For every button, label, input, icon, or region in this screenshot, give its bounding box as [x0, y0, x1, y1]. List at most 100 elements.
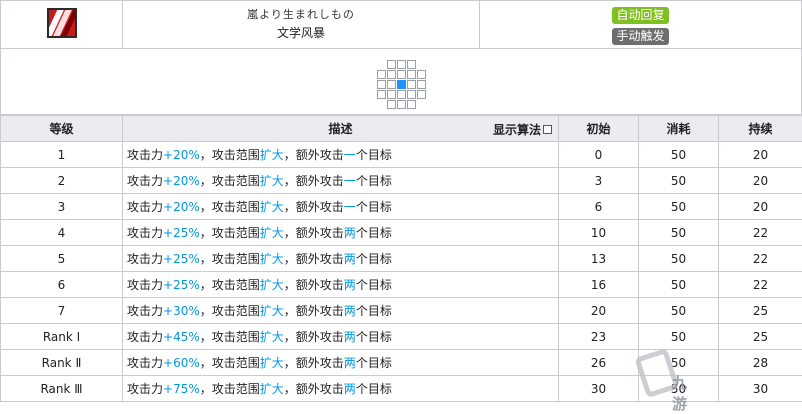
desc-extra: ，额外攻击 [284, 226, 344, 240]
skill-header-table: 嵐より生まれしもの 文学风暴 自动回复 手动触发 [0, 0, 802, 115]
desc-target: 个目标 [356, 174, 392, 188]
range-tile [397, 100, 406, 109]
skill-name-jp: 嵐より生まれしもの [123, 7, 479, 23]
desc-extra: ，额外攻击 [284, 174, 344, 188]
table-row: 2攻击力+20%，攻击范围扩大，额外攻击一个目标35020 [1, 168, 802, 194]
cell-desc: 攻击力+20%，攻击范围扩大，额外攻击一个目标 [123, 142, 559, 168]
desc-target: 个目标 [356, 226, 392, 240]
attack-range-cell [1, 49, 802, 115]
desc-atk-value: +25% [163, 278, 200, 292]
range-tile [407, 60, 416, 69]
desc-target-count: 两 [344, 226, 356, 240]
cell-desc: 攻击力+20%，攻击范围扩大，额外攻击一个目标 [123, 168, 559, 194]
desc-range-value: 扩大 [260, 330, 284, 344]
header-initial: 初始 [559, 116, 639, 142]
desc-range: ，攻击范围 [200, 304, 260, 318]
desc-target-count: 两 [344, 382, 356, 396]
desc-range-value: 扩大 [260, 278, 284, 292]
desc-range-value: 扩大 [260, 200, 284, 214]
cell-desc: 攻击力+25%，攻击范围扩大，额外攻击两个目标 [123, 272, 559, 298]
cell-cost: 50 [639, 194, 719, 220]
cell-desc: 攻击力+25%，攻击范围扩大，额外攻击两个目标 [123, 220, 559, 246]
range-tile [387, 60, 396, 69]
desc-atk: 攻击力 [127, 278, 163, 292]
table-row: 6攻击力+25%，攻击范围扩大，额外攻击两个目标165022 [1, 272, 802, 298]
desc-atk-value: +20% [163, 200, 200, 214]
cell-duration: 22 [719, 220, 802, 246]
cell-desc: 攻击力+60%，攻击范围扩大，额外攻击两个目标 [123, 350, 559, 376]
cell-duration: 20 [719, 194, 802, 220]
cell-desc: 攻击力+30%，攻击范围扩大，额外攻击两个目标 [123, 298, 559, 324]
desc-atk-value: +25% [163, 252, 200, 266]
desc-range: ，攻击范围 [200, 252, 260, 266]
cell-duration: 25 [719, 298, 802, 324]
desc-target-count: 一 [344, 174, 356, 188]
header-desc-label: 描述 [328, 122, 352, 136]
watermark-text: 九游 [672, 372, 696, 414]
desc-range-value: 扩大 [260, 174, 284, 188]
header-level: 等级 [1, 116, 123, 142]
desc-atk-value: +25% [163, 226, 200, 240]
watermark-logo-icon: 九游 [634, 352, 696, 402]
range-tile [407, 100, 416, 109]
desc-range: ，攻击范围 [200, 174, 260, 188]
desc-atk-value: +45% [163, 330, 200, 344]
desc-range-value: 扩大 [260, 356, 284, 370]
desc-extra: ，额外攻击 [284, 148, 344, 162]
desc-extra: ，额外攻击 [284, 356, 344, 370]
desc-range: ，攻击范围 [200, 148, 260, 162]
show-algorithm-checkbox[interactable] [543, 125, 552, 134]
range-empty [377, 100, 386, 109]
desc-range-value: 扩大 [260, 252, 284, 266]
cell-cost: 50 [639, 298, 719, 324]
range-center-tile [397, 80, 406, 89]
desc-atk-value: +30% [163, 304, 200, 318]
cell-duration: 28 [719, 350, 802, 376]
cell-level: 4 [1, 220, 123, 246]
desc-target-count: 一 [344, 148, 356, 162]
table-row: 7攻击力+30%，攻击范围扩大，额外攻击两个目标205025 [1, 298, 802, 324]
desc-extra: ，额外攻击 [284, 382, 344, 396]
desc-range: ，攻击范围 [200, 330, 260, 344]
skill-panel: 嵐より生まれしもの 文学风暴 自动回复 手动触发 等级 描述 显示算法 [0, 0, 802, 406]
header-desc: 描述 显示算法 [123, 116, 559, 142]
desc-target-count: 两 [344, 304, 356, 318]
desc-atk-value: +20% [163, 148, 200, 162]
desc-atk: 攻击力 [127, 252, 163, 266]
table-row: Rank Ⅰ攻击力+45%，攻击范围扩大，额外攻击两个目标235025 [1, 324, 802, 350]
range-tile [417, 70, 426, 79]
table-row: 5攻击力+25%，攻击范围扩大，额外攻击两个目标135022 [1, 246, 802, 272]
desc-target-count: 两 [344, 330, 356, 344]
table-row: 3攻击力+20%，攻击范围扩大，额外攻击一个目标65020 [1, 194, 802, 220]
cell-cost: 50 [639, 142, 719, 168]
range-tile [397, 90, 406, 99]
cell-initial: 26 [559, 350, 639, 376]
cell-level: 3 [1, 194, 123, 220]
show-algorithm-toggle[interactable]: 显示算法 [493, 121, 552, 138]
attack-range-grid [377, 60, 426, 109]
desc-target: 个目标 [356, 278, 392, 292]
desc-extra: ，额外攻击 [284, 330, 344, 344]
desc-atk: 攻击力 [127, 330, 163, 344]
desc-target: 个目标 [356, 148, 392, 162]
desc-extra: ，额外攻击 [284, 304, 344, 318]
desc-atk: 攻击力 [127, 226, 163, 240]
cell-desc: 攻击力+20%，攻击范围扩大，额外攻击一个目标 [123, 194, 559, 220]
desc-target: 个目标 [356, 252, 392, 266]
desc-target: 个目标 [356, 200, 392, 214]
desc-range-value: 扩大 [260, 304, 284, 318]
desc-range: ，攻击范围 [200, 382, 260, 396]
cell-initial: 0 [559, 142, 639, 168]
range-tile [387, 90, 396, 99]
cell-initial: 30 [559, 376, 639, 402]
desc-target-count: 两 [344, 252, 356, 266]
cell-initial: 10 [559, 220, 639, 246]
range-tile [417, 80, 426, 89]
cell-duration: 30 [719, 376, 802, 402]
skill-name-cell: 嵐より生まれしもの 文学风暴 [123, 1, 480, 49]
desc-extra: ，额外攻击 [284, 278, 344, 292]
cell-level: 6 [1, 272, 123, 298]
desc-range: ，攻击范围 [200, 278, 260, 292]
desc-range-value: 扩大 [260, 148, 284, 162]
desc-target: 个目标 [356, 382, 392, 396]
